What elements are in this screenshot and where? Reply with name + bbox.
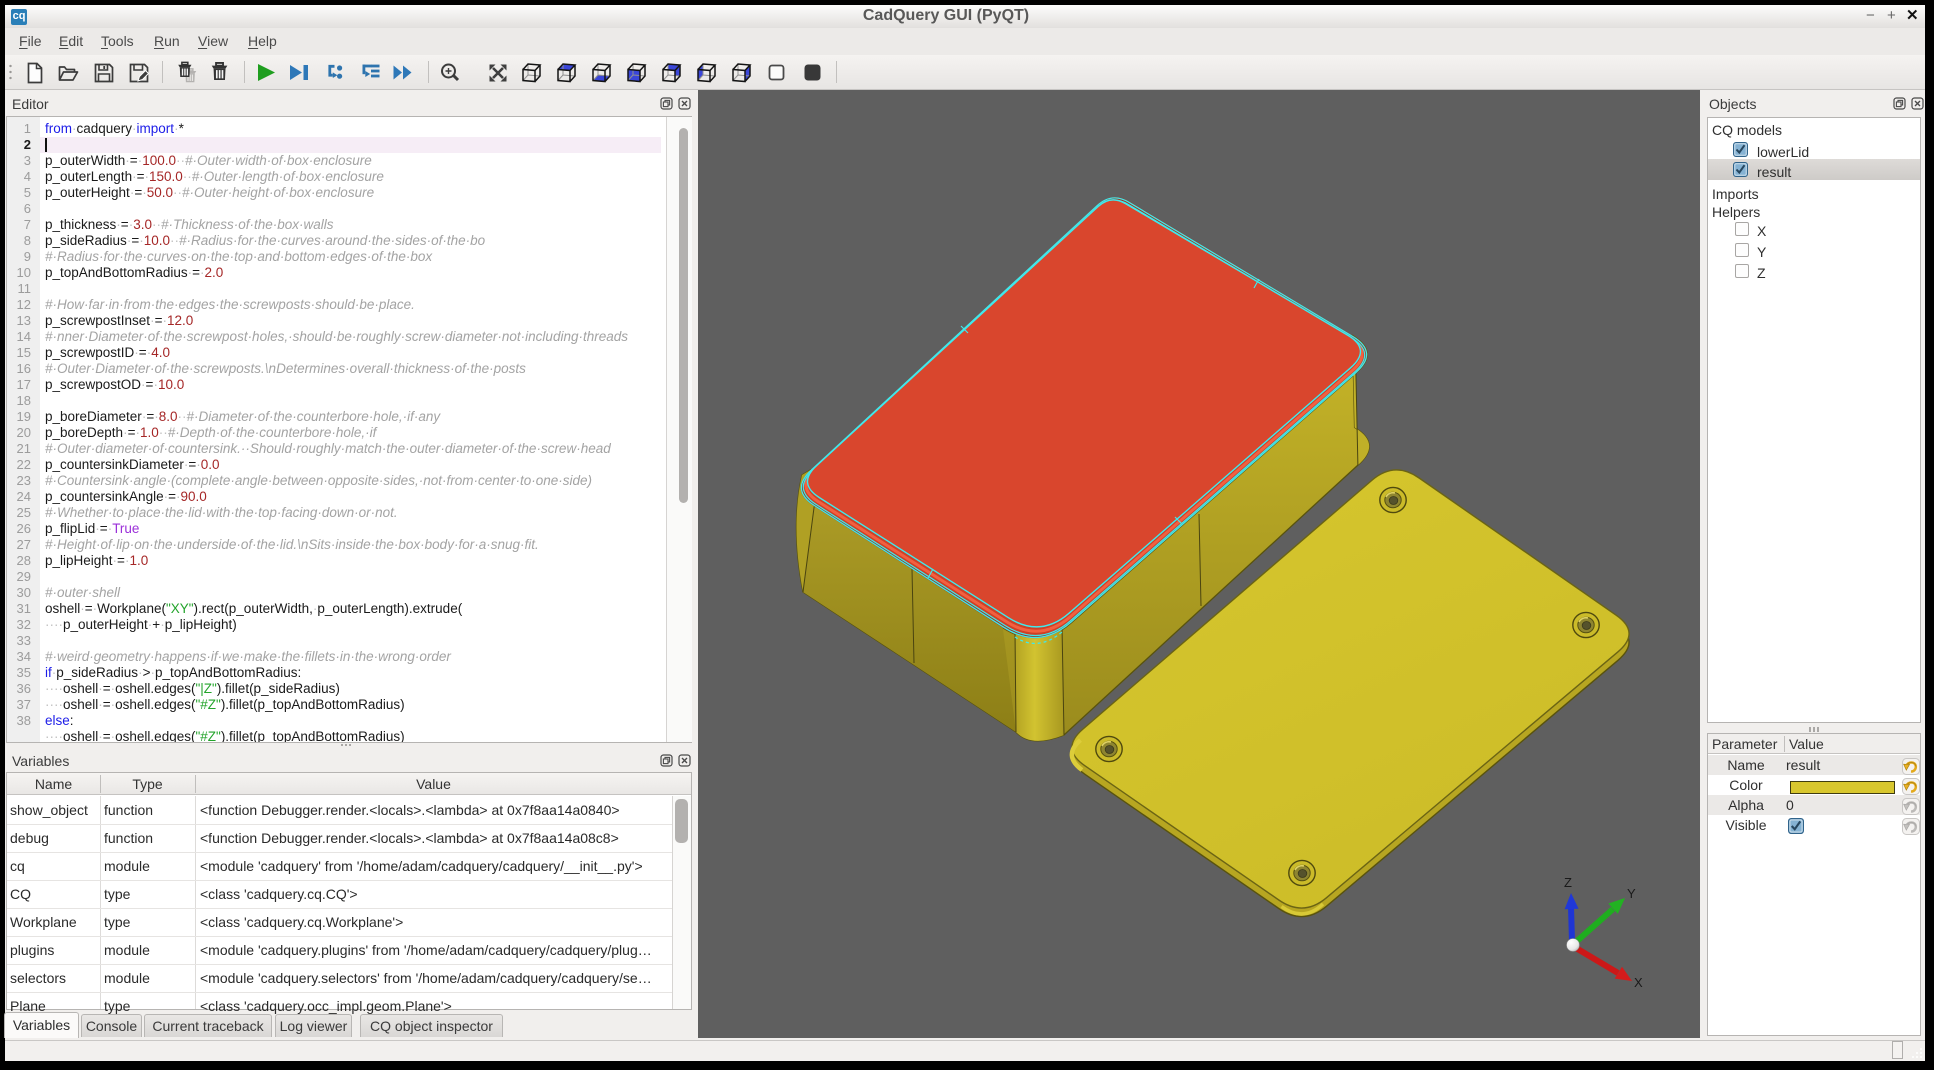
svg-text:Z: Z <box>1564 875 1572 890</box>
svg-text:Y: Y <box>1627 886 1636 901</box>
svg-text:X: X <box>1634 975 1643 990</box>
